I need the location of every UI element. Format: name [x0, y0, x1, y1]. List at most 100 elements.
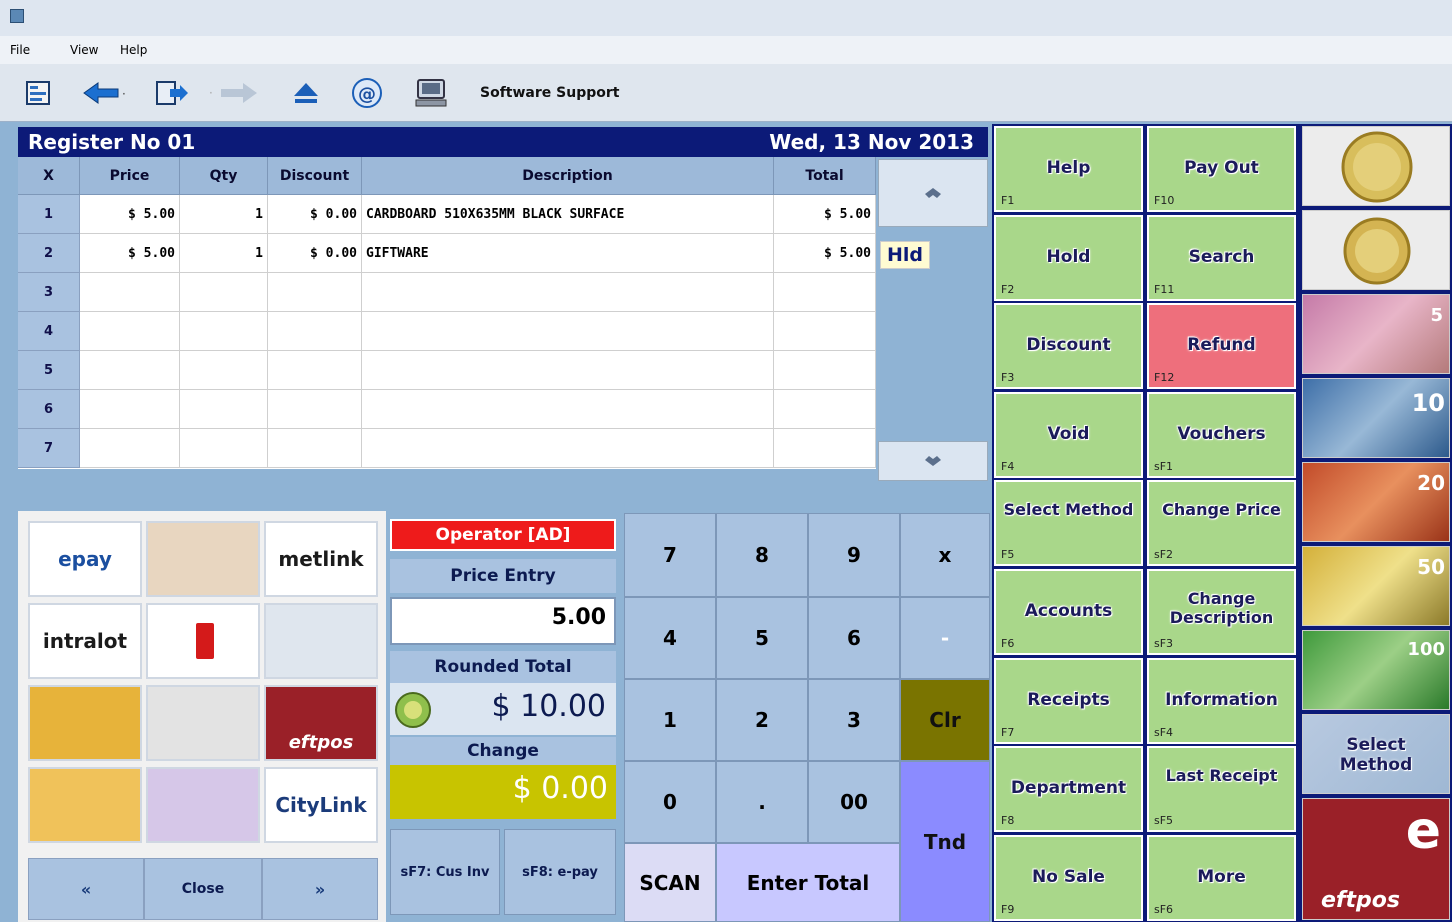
cell-qty: 1 — [180, 234, 268, 273]
shortcut-tile-1[interactable]: epay — [28, 521, 142, 597]
fkey-hold[interactable]: Hold F2 — [994, 214, 1143, 301]
fkey-shortcut: F6 — [1001, 637, 1015, 650]
sf7-cus-inv-button[interactable]: sF7: Cus Inv — [390, 829, 500, 915]
fkey-refund[interactable]: Refund F12 — [1147, 303, 1296, 390]
note-20-button[interactable]: 20 — [1302, 462, 1450, 542]
layout-icon[interactable] — [22, 78, 54, 108]
fkey-change-description[interactable]: Change Description sF3 — [1147, 569, 1296, 655]
note-100-label: 100 — [1407, 639, 1445, 660]
shortcut-tile-label — [30, 769, 140, 841]
fkey-no-sale[interactable]: No Sale F9 — [994, 834, 1143, 921]
fkey-pay-out[interactable]: Pay Out F10 — [1147, 126, 1296, 212]
key-0[interactable]: 0 — [624, 761, 716, 843]
chevron-up-icon — [925, 188, 941, 198]
shortcut-tile-10[interactable] — [28, 767, 142, 843]
fkey-accounts[interactable]: Accounts F6 — [994, 569, 1143, 655]
key-6[interactable]: 6 — [808, 597, 900, 679]
fkey-more[interactable]: More sF6 — [1147, 834, 1296, 921]
note-10-button[interactable]: 10 — [1302, 378, 1450, 458]
key-9[interactable]: 9 — [808, 513, 900, 597]
title-bar — [0, 0, 1452, 36]
select-method-button[interactable]: Select Method — [1302, 714, 1450, 794]
key-minus[interactable]: - — [900, 597, 990, 679]
fkey-last-receipt[interactable]: Last Receipt sF5 — [1147, 746, 1296, 833]
forward-doc-icon[interactable] — [150, 78, 194, 108]
key-8[interactable]: 8 — [716, 513, 808, 597]
fkey-discount[interactable]: Discount F3 — [994, 303, 1143, 390]
key-clear[interactable]: Clr — [900, 679, 990, 761]
scroll-up-button[interactable] — [878, 159, 988, 227]
grid-side-panel: Hld — [876, 157, 988, 483]
shortcut-tile-2[interactable] — [146, 521, 260, 597]
menu-file[interactable]: File — [10, 43, 30, 57]
software-support-button[interactable]: Software Support — [480, 78, 640, 108]
note-50-button[interactable]: 50 — [1302, 546, 1450, 626]
key-7[interactable]: 7 — [624, 513, 716, 597]
key-3[interactable]: 3 — [808, 679, 900, 761]
note-100-button[interactable]: 100 — [1302, 630, 1450, 710]
row-number[interactable]: 4 — [18, 312, 80, 351]
fkey-department[interactable]: Department F8 — [994, 746, 1143, 833]
toolbar: · · @ Software Support — [0, 64, 1452, 122]
register-date: Wed, 13 Nov 2013 — [769, 130, 974, 154]
back-arrow-icon[interactable]: · — [80, 78, 130, 108]
scroll-down-button[interactable] — [878, 441, 988, 481]
fkey-label: Select Method — [1003, 500, 1134, 520]
shortcut-tile-6[interactable] — [264, 603, 378, 679]
key-2[interactable]: 2 — [716, 679, 808, 761]
computer-icon[interactable] — [412, 78, 450, 108]
eject-icon[interactable] — [288, 78, 324, 108]
key-4[interactable]: 4 — [624, 597, 716, 679]
row-number[interactable]: 7 — [18, 429, 80, 468]
row-number[interactable]: 1 — [18, 195, 80, 234]
shortcut-tile-9[interactable]: eftpos — [264, 685, 378, 761]
shortcut-tile-11[interactable] — [146, 767, 260, 843]
enter-total-button[interactable]: Enter Total — [716, 843, 900, 922]
shortcut-tile-5[interactable] — [146, 603, 260, 679]
key-00[interactable]: 00 — [808, 761, 900, 843]
coin-2-button[interactable] — [1302, 210, 1450, 290]
key-1[interactable]: 1 — [624, 679, 716, 761]
entry-field[interactable]: 5.00 — [390, 597, 616, 645]
shortcut-tile-8[interactable] — [146, 685, 260, 761]
note-5-button[interactable]: 5 — [1302, 294, 1450, 374]
fkey-information[interactable]: Information sF4 — [1147, 657, 1296, 744]
shortcut-next-button[interactable]: » — [262, 858, 378, 920]
cell-qty: 1 — [180, 195, 268, 234]
scan-button[interactable]: SCAN — [624, 843, 716, 922]
key-multiply[interactable]: x — [900, 513, 990, 597]
shortcut-tile-4[interactable]: intralot — [28, 603, 142, 679]
row-number[interactable]: 2 — [18, 234, 80, 273]
shortcut-tile-7[interactable] — [28, 685, 142, 761]
fkey-void[interactable]: Void F4 — [994, 391, 1143, 478]
coin-1-button[interactable] — [1302, 126, 1450, 206]
shortcut-close-button[interactable]: Close — [144, 858, 262, 920]
fkey-change-price[interactable]: Change Price sF2 — [1147, 480, 1296, 567]
sf8-epay-button[interactable]: sF8: e-pay — [504, 829, 616, 915]
fkey-select-method[interactable]: Select Method F5 — [994, 480, 1143, 567]
fkey-shortcut: sF2 — [1154, 548, 1174, 562]
shortcut-tile-12[interactable]: CityLink — [264, 767, 378, 843]
shortcut-tile-label — [266, 605, 376, 677]
row-number[interactable]: 5 — [18, 351, 80, 390]
fkey-label: Accounts — [1024, 601, 1113, 621]
fkey-search[interactable]: Search F11 — [1147, 214, 1296, 301]
row-number[interactable]: 3 — [18, 273, 80, 312]
fkey-shortcut: F3 — [1001, 371, 1015, 385]
fkey-help[interactable]: Help F1 — [994, 126, 1143, 212]
shortcut-tile-3[interactable]: metlink — [264, 521, 378, 597]
menu-view[interactable]: View — [70, 43, 98, 57]
fkey-vouchers[interactable]: Vouchers sF1 — [1147, 391, 1296, 478]
eftpos-e-logo: e — [1405, 801, 1441, 861]
row-number[interactable]: 6 — [18, 390, 80, 429]
cell-description: CARDBOARD 510X635MM BLACK SURFACE — [362, 195, 774, 234]
tender-button[interactable]: Tnd — [900, 761, 990, 922]
note-50-label: 50 — [1417, 555, 1445, 579]
fkey-receipts[interactable]: Receipts F7 — [994, 657, 1143, 744]
eftpos-button[interactable]: e eftpos — [1302, 798, 1450, 920]
menu-help[interactable]: Help — [120, 43, 147, 57]
email-icon[interactable]: @ — [348, 78, 386, 108]
key-dot[interactable]: . — [716, 761, 808, 843]
shortcut-prev-button[interactable]: « — [28, 858, 144, 920]
key-5[interactable]: 5 — [716, 597, 808, 679]
